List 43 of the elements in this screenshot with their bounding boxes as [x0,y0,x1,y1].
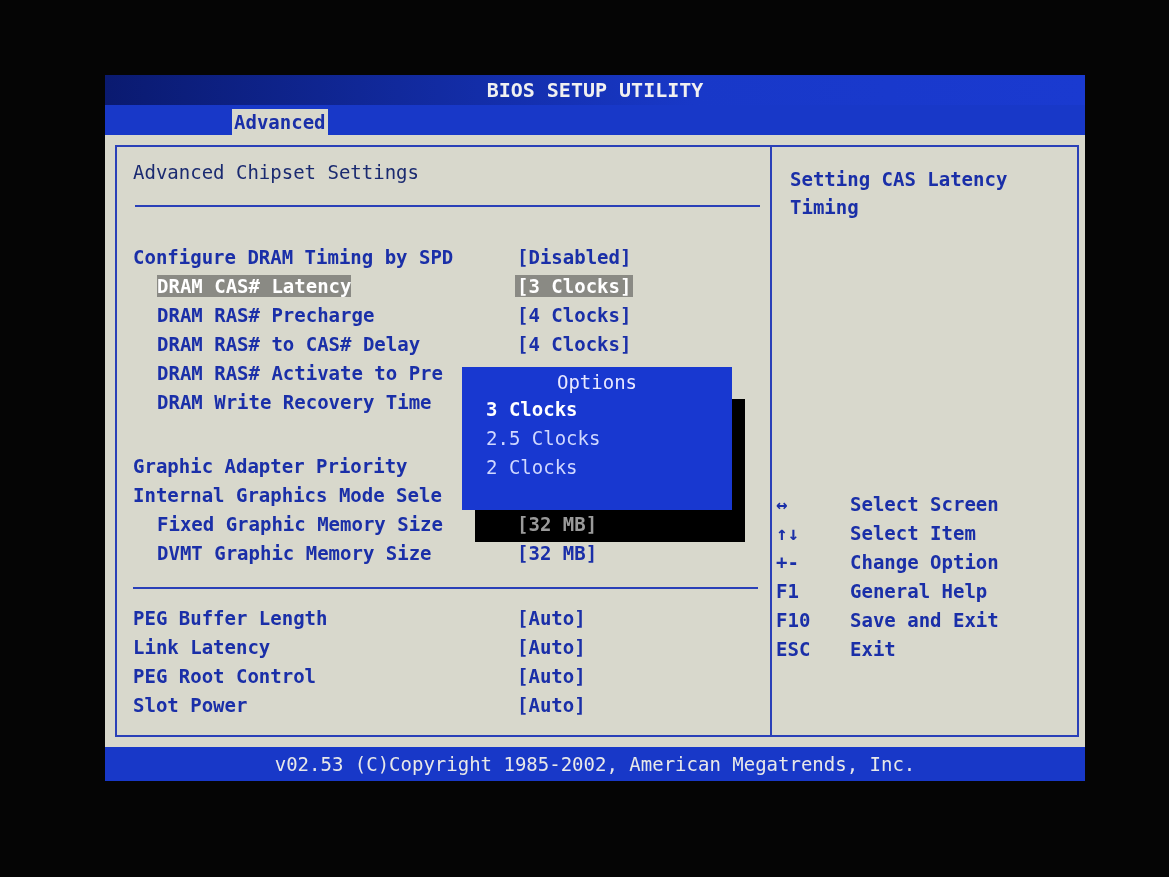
key-action: Change Option [850,550,999,573]
option-item[interactable]: 3 Clocks [474,395,720,424]
setting-label[interactable]: DRAM RAS# to CAS# Delay [157,332,421,355]
key-label: ↑↓ [776,521,800,544]
setting-label[interactable]: PEG Root Control [133,664,317,687]
setting-label[interactable]: Internal Graphics Mode Sele [133,483,442,506]
setting-value[interactable]: [32 MB] [515,512,600,535]
key-action: General Help [850,579,988,602]
setting-label[interactable]: PEG Buffer Length [133,606,328,629]
setting-label[interactable]: DRAM Write Recovery Time [157,390,432,413]
key-action: Select Screen [850,492,999,515]
copyright-text: v02.53 (C)Copyright 1985-2002, American Megatrends, Inc. [274,753,916,775]
setting-value[interactable]: [4 Clocks] [515,332,634,355]
setting-label[interactable]: Fixed Graphic Memory Size [157,512,443,535]
section-title: Advanced Chipset Settings [133,161,420,185]
setting-label[interactable]: Graphic Adapter Priority [133,454,408,477]
setting-label[interactable]: DRAM RAS# Precharge [157,303,375,326]
setting-value[interactable]: [32 MB] [515,541,600,564]
help-text: Setting CAS Latency Timing [790,167,1009,220]
key-label: F1 [776,579,800,602]
setting-label[interactable]: Link Latency [133,635,271,658]
setting-label[interactable]: DRAM RAS# Activate to Pre [157,361,443,384]
setting-label[interactable]: Configure DRAM Timing by SPD [133,245,454,268]
key-label: ESC [776,637,812,660]
setting-value[interactable]: [Disabled] [515,245,634,268]
key-action: Select Item [850,521,976,544]
key-label: +- [776,550,800,573]
key-action: Exit [850,637,896,660]
setting-value[interactable]: [4 Clocks] [515,303,634,326]
setting-value[interactable]: [Auto] [515,693,588,716]
key-action: Save and Exit [850,608,999,631]
popup-title: Options [555,370,639,395]
setting-value[interactable]: [Auto] [515,664,588,687]
window-title: BIOS SETUP UTILITY [486,78,704,102]
setting-value[interactable]: [Auto] [515,635,588,658]
option-item[interactable]: 2.5 Clocks [474,424,720,453]
tab[interactable]: Advanced [232,109,328,135]
setting-value[interactable]: [Auto] [515,606,588,629]
setting-label[interactable]: Slot Power [133,693,248,716]
setting-label[interactable]: DVMT Graphic Memory Size [157,541,432,564]
key-label: F10 [776,608,812,631]
option-item[interactable]: 2 Clocks [474,453,720,482]
key-label: ↔ [776,492,789,515]
